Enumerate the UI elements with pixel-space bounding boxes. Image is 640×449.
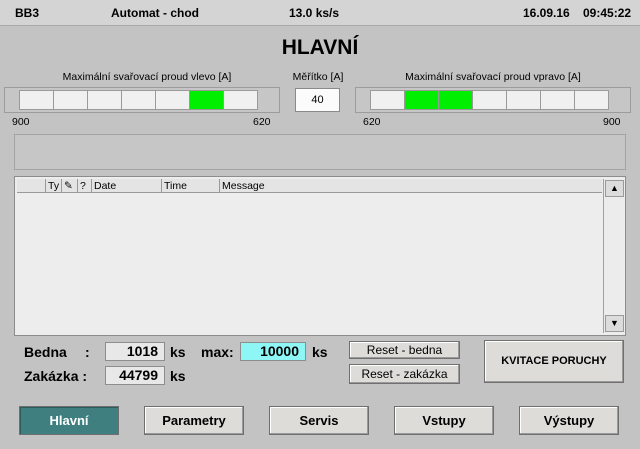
right-current-gauge [355, 87, 631, 113]
gauge-segment [574, 90, 609, 110]
station-id: BB3 [15, 6, 40, 20]
status-bar: BB3 Automat - chod 13.0 ks/s 16.09.16 09… [0, 0, 640, 26]
gauge-segment [155, 90, 190, 110]
scroll-down-icon[interactable]: ▼ [605, 315, 624, 332]
gauge-segment [189, 90, 224, 110]
column-help[interactable]: ? [77, 179, 91, 193]
message-scrollbar[interactable]: ▲ ▼ [603, 179, 624, 333]
scale-field[interactable]: 40 [295, 88, 340, 112]
column-message[interactable]: Message [219, 179, 602, 193]
gauge-segment [121, 90, 156, 110]
reset-zakazka-button[interactable]: Reset - zakázka [349, 364, 460, 384]
gauge-segment [53, 90, 88, 110]
nav-vystupy-button[interactable]: Výstupy [519, 406, 619, 435]
left-gauge-label: Maximální svařovací proud vlevo [A] [62, 71, 232, 83]
right-gauge-max-label: 900 [603, 116, 621, 128]
left-current-gauge [4, 87, 280, 113]
max-unit: ks [312, 344, 328, 360]
bedna-label: Bedna [24, 344, 67, 360]
left-gauge-max-label: 620 [253, 116, 271, 128]
acknowledge-icon: ✎ [64, 180, 73, 192]
column-date[interactable]: Date [91, 179, 161, 193]
max-count-field[interactable]: 10000 [240, 342, 306, 361]
page-title: HLAVNÍ [281, 36, 359, 59]
zakazka-count: 44799 [105, 366, 165, 385]
reset-bedna-button[interactable]: Reset - bedna [349, 341, 460, 359]
message-header: Ty ✎ ? Date Time Message [17, 179, 602, 193]
column-time[interactable]: Time [161, 179, 219, 193]
bedna-colon: : [85, 344, 90, 360]
acknowledge-fault-button[interactable]: KVITACE PORUCHY [484, 340, 624, 383]
gauge-segment [404, 90, 439, 110]
machine-mode: Automat - chod [111, 6, 199, 20]
gauge-segment [438, 90, 473, 110]
gauge-segment [472, 90, 507, 110]
max-label: max: [201, 344, 234, 360]
zakazka-unit: ks [170, 368, 186, 384]
gauge-segment [87, 90, 122, 110]
status-date: 16.09.16 [523, 6, 570, 20]
scroll-up-icon[interactable]: ▲ [605, 180, 624, 197]
right-gauge-label: Maximální svařovací proud vpravo [A] [405, 71, 581, 83]
message-panel[interactable]: Ty ✎ ? Date Time Message ▲ ▼ [14, 176, 626, 336]
production-rate: 13.0 ks/s [289, 6, 340, 20]
nav-vstupy-button[interactable]: Vstupy [394, 406, 494, 435]
gauge-segment [540, 90, 575, 110]
bedna-count: 1018 [105, 342, 165, 361]
gauge-segment [223, 90, 258, 110]
status-time: 09:45:22 [583, 6, 632, 20]
right-gauge-segments [370, 90, 609, 110]
right-gauge-min-label: 620 [363, 116, 381, 128]
left-gauge-segments [19, 90, 258, 110]
gauge-segment [506, 90, 541, 110]
zakazka-label: Zakázka : [24, 368, 88, 384]
column-type[interactable]: Ty [45, 179, 59, 193]
info-bar [14, 134, 626, 170]
nav-parametry-button[interactable]: Parametry [144, 406, 244, 435]
nav-hlavni-button[interactable]: Hlavní [19, 406, 119, 435]
left-gauge-min-label: 900 [12, 116, 30, 128]
gauge-segment [370, 90, 405, 110]
scale-label: Měřítko [A] [292, 71, 344, 83]
bedna-unit: ks [170, 344, 186, 360]
gauge-segment [19, 90, 54, 110]
nav-servis-button[interactable]: Servis [269, 406, 369, 435]
column-ack[interactable]: ✎ [61, 179, 75, 193]
